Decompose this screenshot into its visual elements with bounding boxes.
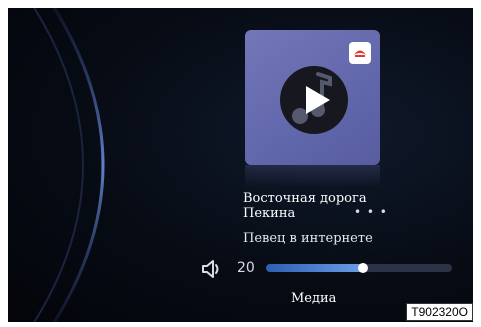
xmly-app-logo-icon <box>349 42 371 64</box>
source-label: Медиа <box>291 291 337 306</box>
music-note-disc-icon[interactable] <box>278 64 350 136</box>
album-cover-reflection <box>245 165 380 187</box>
volume-value: 20 <box>237 260 255 276</box>
volume-slider-knob[interactable] <box>357 263 368 273</box>
media-screen: Восточная дорога Пекина • • • Певец в ин… <box>8 8 473 322</box>
more-options-button[interactable]: • • • <box>354 205 388 219</box>
volume-slider-fill <box>266 264 363 272</box>
volume-slider[interactable] <box>266 263 452 273</box>
speaker-icon[interactable] <box>201 259 223 279</box>
artist-name: Певец в интернете <box>243 231 373 246</box>
decorative-arc <box>33 8 105 322</box>
figure-code: T902320O <box>406 303 473 321</box>
